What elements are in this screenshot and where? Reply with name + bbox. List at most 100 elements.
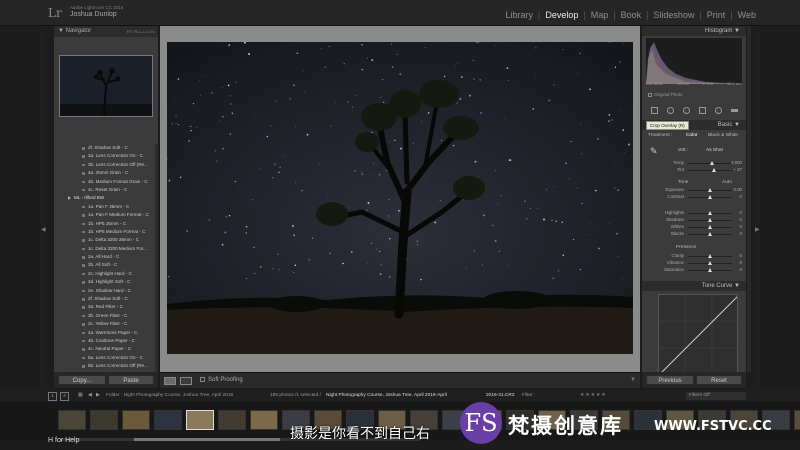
slider-handle[interactable] <box>708 195 712 199</box>
preset-item[interactable]: 4a. Warmtone Paper - C <box>54 329 158 337</box>
slider-handle[interactable] <box>712 168 717 172</box>
tone-curve-graph[interactable] <box>658 294 738 374</box>
filmstrip-thumbnail[interactable] <box>794 410 800 430</box>
collapse-right-icon[interactable]: ▶ <box>755 226 760 233</box>
graduated-filter-icon[interactable] <box>698 106 706 114</box>
soft-proofing-checkbox[interactable] <box>200 377 205 382</box>
preset-item[interactable]: 3c. Yellow Filter - C <box>54 320 158 328</box>
right-panel-scrollbar[interactable] <box>747 26 751 372</box>
toolbar-menu-icon[interactable]: ▼ <box>630 377 636 383</box>
paste-button[interactable]: Paste <box>108 375 154 385</box>
slider-track[interactable] <box>688 170 732 171</box>
module-library[interactable]: Library <box>505 10 533 20</box>
preset-item[interactable]: 2d. Highlight Soft - C <box>54 278 158 286</box>
preset-item[interactable]: 4c. Neutral Paper - C <box>54 345 158 353</box>
slider-handle[interactable] <box>708 232 712 236</box>
slider-exposure[interactable]: Exposure 0.00 <box>648 187 742 194</box>
filmstrip-thumbnail[interactable] <box>218 410 246 430</box>
preset-item[interactable]: 2e. Shadow Hard - C <box>54 287 158 295</box>
preset-item[interactable]: 2c. Highlight Hard - C <box>54 270 158 278</box>
preset-item[interactable]: 3b. Green Filter - C <box>54 312 158 320</box>
screen-1-button[interactable]: 1 <box>48 392 57 401</box>
tone-curve-header[interactable]: Tone Curve ▼ <box>642 281 746 291</box>
reset-button[interactable]: Reset <box>696 375 742 385</box>
module-web[interactable]: Web <box>738 10 756 20</box>
preset-item[interactable]: 1a. Pan F Medium Format - C <box>54 211 158 219</box>
preset-item[interactable]: 1c. Delta 3200 35mm - C <box>54 236 158 244</box>
module-slideshow[interactable]: Slideshow <box>653 10 694 20</box>
preset-item[interactable]: 3b. Lens Correction Off (Re... <box>54 161 158 169</box>
slider-highlights[interactable]: Highlights 0 <box>648 210 742 217</box>
red-eye-icon[interactable] <box>682 106 690 114</box>
slider-handle[interactable] <box>708 268 712 272</box>
module-print[interactable]: Print <box>707 10 726 20</box>
filmstrip-thumbnail[interactable] <box>122 410 150 430</box>
grid-icon[interactable]: ▦ <box>78 390 83 402</box>
slider-handle[interactable] <box>710 161 715 165</box>
disclosure-triangle-icon[interactable]: ▼ <box>58 28 64 34</box>
slider-value[interactable]: 0 <box>740 194 742 199</box>
right-panel-edge[interactable]: ▶ <box>754 26 760 388</box>
collapse-left-icon[interactable]: ◀ <box>41 226 46 233</box>
slider-value[interactable]: 0 <box>740 260 742 265</box>
preset-item[interactable]: 1c. Delta 3200 Medium For... <box>54 245 158 253</box>
original-photo-toggle[interactable]: Original Photo <box>648 92 683 97</box>
module-develop[interactable]: Develop <box>545 10 578 20</box>
slider-whites[interactable]: Whites 0 <box>648 224 742 231</box>
preset-item[interactable]: 5b. Lens Correction Off (Re... <box>54 362 158 370</box>
slider-handle[interactable] <box>708 218 712 222</box>
slider-value[interactable]: 0 <box>740 217 742 222</box>
navigator-preview[interactable] <box>59 55 153 117</box>
slider-value[interactable]: 0.00 <box>733 187 742 192</box>
preset-item[interactable]: 4b. Medium Format Grain - C <box>54 178 158 186</box>
preset-item[interactable]: 1a. Pan F 35mm - C <box>54 203 158 211</box>
slider-temp[interactable]: Temp 3,900 <box>648 160 742 167</box>
folder-source[interactable]: Folder : Night Photography Course, Joshu… <box>106 390 233 402</box>
slider-value[interactable]: 0 <box>740 253 742 258</box>
preset-item[interactable]: 1b. HP5 Medium Format - C <box>54 228 158 236</box>
back-arrow-icon[interactable]: ◀ <box>88 390 92 402</box>
slider-handle[interactable] <box>708 211 712 215</box>
wb-eyedropper-icon[interactable]: ✎ <box>650 146 658 157</box>
preset-item[interactable]: 4a. 35mm Grain - C <box>54 169 158 177</box>
preset-item[interactable]: 5a. Lens Correction On - C <box>54 354 158 362</box>
slider-blacks[interactable]: Blacks 0 <box>648 231 742 238</box>
slider-handle[interactable] <box>708 188 712 192</box>
filter-dropdown[interactable]: Filters Off <box>686 392 746 400</box>
wb-value[interactable]: As Shot <box>706 148 723 153</box>
preset-item[interactable]: 2f. Shadow Soft - C <box>54 295 158 303</box>
slider-contrast[interactable]: Contrast 0 <box>648 194 742 201</box>
radial-filter-icon[interactable] <box>714 106 722 114</box>
screen-2-button[interactable]: 2 <box>60 392 69 401</box>
module-map[interactable]: Map <box>591 10 609 20</box>
navigator-header[interactable]: ▼ Navigator FIT FILL 1:1 3:1 <box>54 26 158 37</box>
slider-handle[interactable] <box>708 261 712 265</box>
original-photo-checkbox[interactable] <box>648 92 652 97</box>
auto-button[interactable]: Auto <box>722 180 732 185</box>
slider-shadows[interactable]: Shadows 0 <box>648 217 742 224</box>
filmstrip-thumbnail[interactable] <box>250 410 278 430</box>
filmstrip-thumbnail[interactable] <box>90 410 118 430</box>
module-book[interactable]: Book <box>621 10 642 20</box>
slider-vibrance[interactable]: Vibrance 0 <box>648 260 742 267</box>
histogram[interactable] <box>646 38 742 84</box>
crop-overlay-icon[interactable] <box>650 106 658 114</box>
slider-value[interactable]: 0 <box>740 224 742 229</box>
preset-folder[interactable]: ML - Illford BW <box>54 194 158 202</box>
filmstrip-thumbnail[interactable] <box>186 410 214 430</box>
spot-removal-icon[interactable] <box>666 106 674 114</box>
slider-value[interactable]: 0 <box>740 231 742 236</box>
preset-item[interactable]: 2f. Shadow Soft - C <box>54 144 158 152</box>
filmstrip-scroll-thumb[interactable] <box>134 438 280 441</box>
left-panel-scrollbar[interactable] <box>155 144 158 384</box>
loupe-view-button[interactable] <box>164 377 176 385</box>
previous-button[interactable]: Previous <box>646 375 694 385</box>
slider-value[interactable]: 0 <box>740 267 742 272</box>
filmstrip-thumbnail[interactable] <box>58 410 86 430</box>
adjustment-brush-icon[interactable] <box>730 108 738 112</box>
slider-handle[interactable] <box>708 225 712 229</box>
left-panel-edge[interactable]: ◀ <box>40 26 46 388</box>
filmstrip-thumbnail[interactable] <box>154 410 182 430</box>
treatment-color[interactable]: Color <box>686 133 697 138</box>
copy-button[interactable]: Copy... <box>58 375 106 385</box>
